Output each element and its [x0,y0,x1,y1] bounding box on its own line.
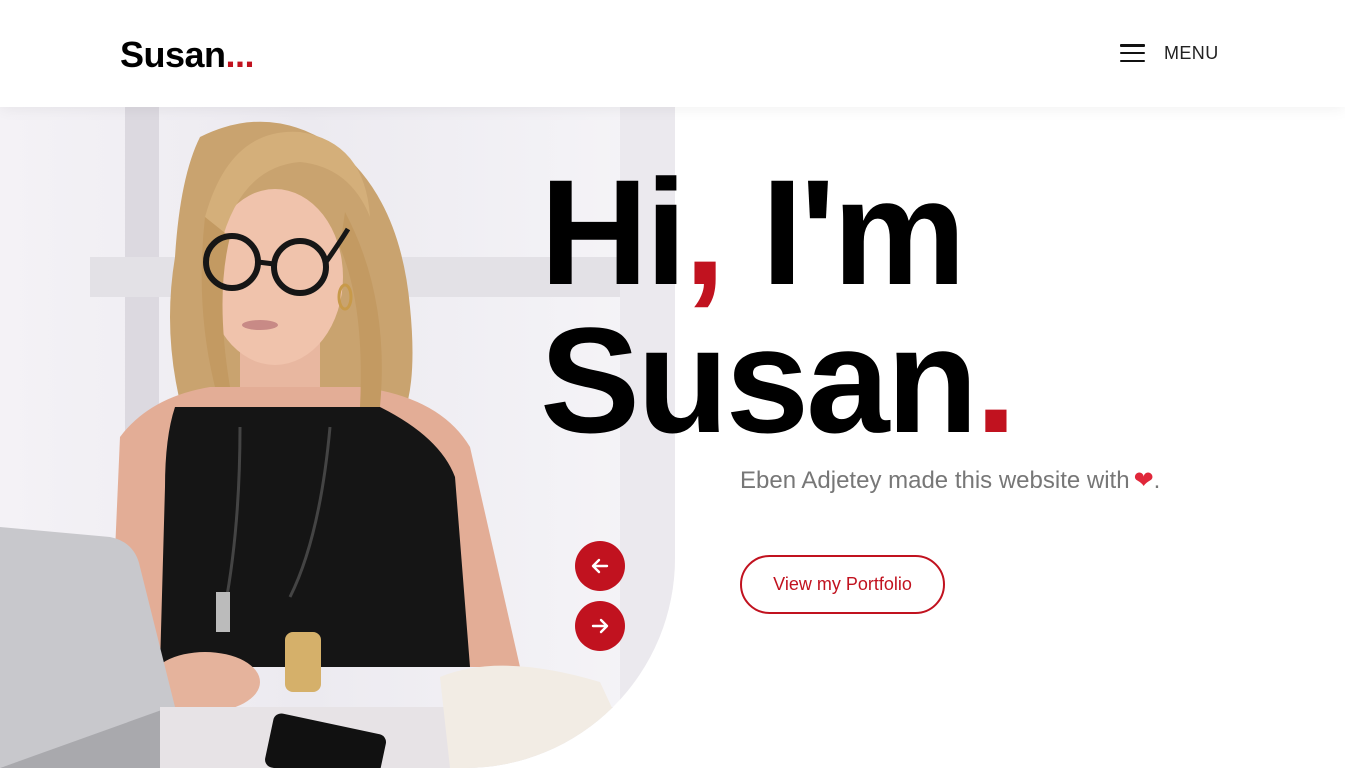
hero-subtitle: Eben Adjetey made this website with ❤. [740,466,1160,495]
arrow-right-icon [591,618,609,634]
site-header: Susan... MENU [0,0,1345,107]
headline-intro: I'm [722,148,966,316]
slider-next-button[interactable] [575,601,625,651]
hamburger-icon[interactable] [1120,44,1145,62]
slider-prev-button[interactable] [575,541,625,591]
headline-greeting: Hi [540,148,687,316]
heart-icon: ❤ [1133,467,1154,494]
brand-logo[interactable]: Susan... [120,34,255,76]
brand-dots: ... [225,34,255,75]
subtitle-text: Eben Adjetey made this website with [740,467,1130,494]
menu-button[interactable]: MENU [1120,40,1219,66]
menu-label: MENU [1164,42,1219,63]
brand-name: Susan [120,34,226,75]
arrow-left-icon [591,558,609,574]
headline-comma: , [684,148,726,316]
headline-period: . [975,296,1017,464]
hero-headline: Hi, I'm Susan. [540,157,1017,455]
headline-name: Susan [540,296,978,464]
subtitle-end: . [1153,467,1161,494]
view-portfolio-button[interactable]: View my Portfolio [740,555,945,614]
